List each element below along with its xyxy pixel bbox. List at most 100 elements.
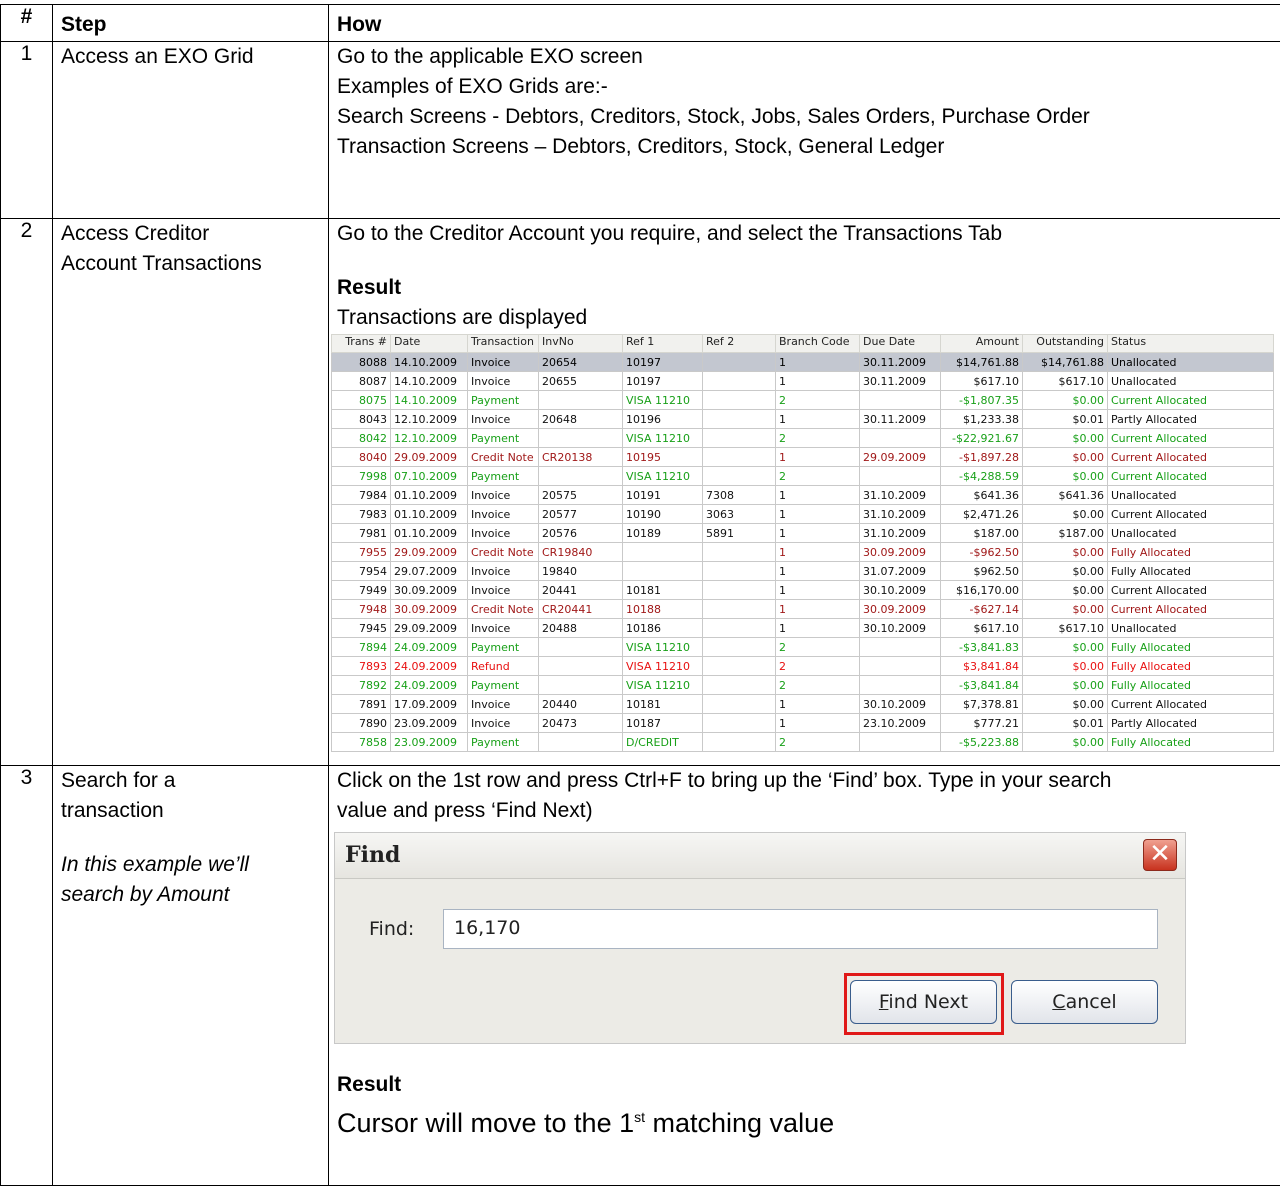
table-cell: 7948 xyxy=(332,600,391,619)
close-icon[interactable]: ✕ xyxy=(1143,839,1177,871)
table-cell: Partly Allocated xyxy=(1108,410,1274,429)
table-cell: $0.01 xyxy=(1023,410,1108,429)
table-cell: CR19840 xyxy=(539,543,623,562)
grid-column-header[interactable]: Date xyxy=(391,335,468,353)
table-cell: Current Allocated xyxy=(1108,429,1274,448)
table-cell: 30.11.2009 xyxy=(860,410,941,429)
table-row[interactable]: 804212.10.2009PaymentVISA 112102-$22,921… xyxy=(332,429,1274,448)
table-cell: $2,471.26 xyxy=(941,505,1023,524)
table-cell: Invoice xyxy=(468,505,539,524)
table-cell: 8043 xyxy=(332,410,391,429)
table-cell xyxy=(539,429,623,448)
table-cell: Invoice xyxy=(468,695,539,714)
table-row[interactable]: 798101.10.2009Invoice20576101895891131.1… xyxy=(332,524,1274,543)
table-row[interactable]: 794529.09.2009Invoice2048810186130.10.20… xyxy=(332,619,1274,638)
table-cell: 10188 xyxy=(623,600,703,619)
step-number: 1 xyxy=(1,42,53,219)
find-dialog: Find ✕ Find: 16,170 Find Next Cancel xyxy=(334,832,1186,1044)
table-cell: 7981 xyxy=(332,524,391,543)
table-cell: $641.36 xyxy=(1023,486,1108,505)
table-cell xyxy=(539,391,623,410)
cancel-button[interactable]: Cancel xyxy=(1011,980,1158,1024)
table-cell: $0.00 xyxy=(1023,600,1108,619)
find-input[interactable]: 16,170 xyxy=(443,909,1158,949)
table-cell: 20473 xyxy=(539,714,623,733)
table-row[interactable]: 798301.10.2009Invoice20577101903063131.1… xyxy=(332,505,1274,524)
table-cell: 7893 xyxy=(332,657,391,676)
table-row[interactable]: 794930.09.2009Invoice2044110181130.10.20… xyxy=(332,581,1274,600)
table-cell: $14,761.88 xyxy=(941,353,1023,372)
step-number: 2 xyxy=(1,219,53,766)
table-cell: Fully Allocated xyxy=(1108,562,1274,581)
grid-column-header[interactable]: Branch Code xyxy=(776,335,860,353)
table-cell: 1 xyxy=(776,410,860,429)
table-cell: 30.09.2009 xyxy=(391,581,468,600)
table-cell: 7308 xyxy=(703,486,776,505)
table-cell: $0.01 xyxy=(1023,714,1108,733)
table-row[interactable]: 808714.10.2009Invoice2065510197130.11.20… xyxy=(332,372,1274,391)
table-cell: $0.00 xyxy=(1023,581,1108,600)
table-cell: 7984 xyxy=(332,486,391,505)
grid-column-header[interactable]: InvNo xyxy=(539,335,623,353)
find-next-button[interactable]: Find Next xyxy=(850,980,997,1024)
step-how: Click on the 1st row and press Ctrl+F to… xyxy=(329,766,1280,1186)
table-row[interactable]: 795529.09.2009Credit NoteCR19840130.09.2… xyxy=(332,543,1274,562)
table-row[interactable]: 789023.09.2009Invoice2047310187123.10.20… xyxy=(332,714,1274,733)
table-cell: Payment xyxy=(468,429,539,448)
table-cell: Payment xyxy=(468,638,539,657)
table-row[interactable]: 789224.09.2009PaymentVISA 112102-$3,841.… xyxy=(332,676,1274,695)
step-note: In this example we’ll xyxy=(61,850,320,880)
table-cell: Current Allocated xyxy=(1108,581,1274,600)
table-cell: VISA 11210 xyxy=(623,676,703,695)
grid-column-header[interactable]: Status xyxy=(1108,335,1274,353)
table-cell: Payment xyxy=(468,676,539,695)
table-row[interactable]: 794830.09.2009Credit NoteCR2044110188130… xyxy=(332,600,1274,619)
table-cell: 10181 xyxy=(623,695,703,714)
table-row[interactable]: 795429.07.2009Invoice19840131.07.2009$96… xyxy=(332,562,1274,581)
table-cell: Credit Note xyxy=(468,448,539,467)
table-row[interactable]: 789424.09.2009PaymentVISA 112102-$3,841.… xyxy=(332,638,1274,657)
table-cell xyxy=(703,467,776,486)
grid-column-header[interactable]: Ref 1 xyxy=(623,335,703,353)
table-cell xyxy=(860,657,941,676)
grid-column-header[interactable]: Amount xyxy=(941,335,1023,353)
table-cell: 23.10.2009 xyxy=(860,714,941,733)
table-cell xyxy=(623,543,703,562)
table-row[interactable]: 807514.10.2009PaymentVISA 112102-$1,807.… xyxy=(332,391,1274,410)
table-cell: $777.21 xyxy=(941,714,1023,733)
table-cell: VISA 11210 xyxy=(623,638,703,657)
grid-column-header[interactable]: Trans # xyxy=(332,335,391,353)
grid-column-header[interactable]: Ref 2 xyxy=(703,335,776,353)
table-row[interactable]: 789117.09.2009Invoice2044010181130.10.20… xyxy=(332,695,1274,714)
grid-column-header[interactable]: Outstanding xyxy=(1023,335,1108,353)
table-cell: 30.10.2009 xyxy=(860,695,941,714)
table-cell: 8040 xyxy=(332,448,391,467)
table-cell xyxy=(860,467,941,486)
table-cell: 1 xyxy=(776,562,860,581)
table-cell: CR20441 xyxy=(539,600,623,619)
table-row[interactable]: 798401.10.2009Invoice20575101917308131.1… xyxy=(332,486,1274,505)
table-cell: 7892 xyxy=(332,676,391,695)
grid-column-header[interactable]: Transaction xyxy=(468,335,539,353)
table-cell xyxy=(703,676,776,695)
table-row[interactable]: 799807.10.2009PaymentVISA 112102-$4,288.… xyxy=(332,467,1274,486)
table-cell: Credit Note xyxy=(468,543,539,562)
table-cell: 30.10.2009 xyxy=(860,619,941,638)
table-cell xyxy=(703,543,776,562)
table-row[interactable]: 804312.10.2009Invoice2064810196130.11.20… xyxy=(332,410,1274,429)
transactions-grid: Trans #DateTransactionInvNoRef 1Ref 2Bra… xyxy=(331,334,1274,752)
table-cell: Current Allocated xyxy=(1108,448,1274,467)
table-row[interactable]: 789324.09.2009RefundVISA 112102$3,841.84… xyxy=(332,657,1274,676)
table-cell: 3063 xyxy=(703,505,776,524)
table-cell: 29.09.2009 xyxy=(391,619,468,638)
grid-column-header[interactable]: Due Date xyxy=(860,335,941,353)
table-cell: 1 xyxy=(776,581,860,600)
table-cell xyxy=(539,676,623,695)
table-row[interactable]: 808814.10.2009Invoice2065410197130.11.20… xyxy=(332,353,1274,372)
table-cell: $0.00 xyxy=(1023,562,1108,581)
table-row[interactable]: 804029.09.2009Credit NoteCR2013810195129… xyxy=(332,448,1274,467)
table-cell: 2 xyxy=(776,657,860,676)
table-cell: $0.00 xyxy=(1023,429,1108,448)
table-cell: 5891 xyxy=(703,524,776,543)
table-row[interactable]: 785823.09.2009PaymentD/CREDIT2-$5,223.88… xyxy=(332,733,1274,752)
